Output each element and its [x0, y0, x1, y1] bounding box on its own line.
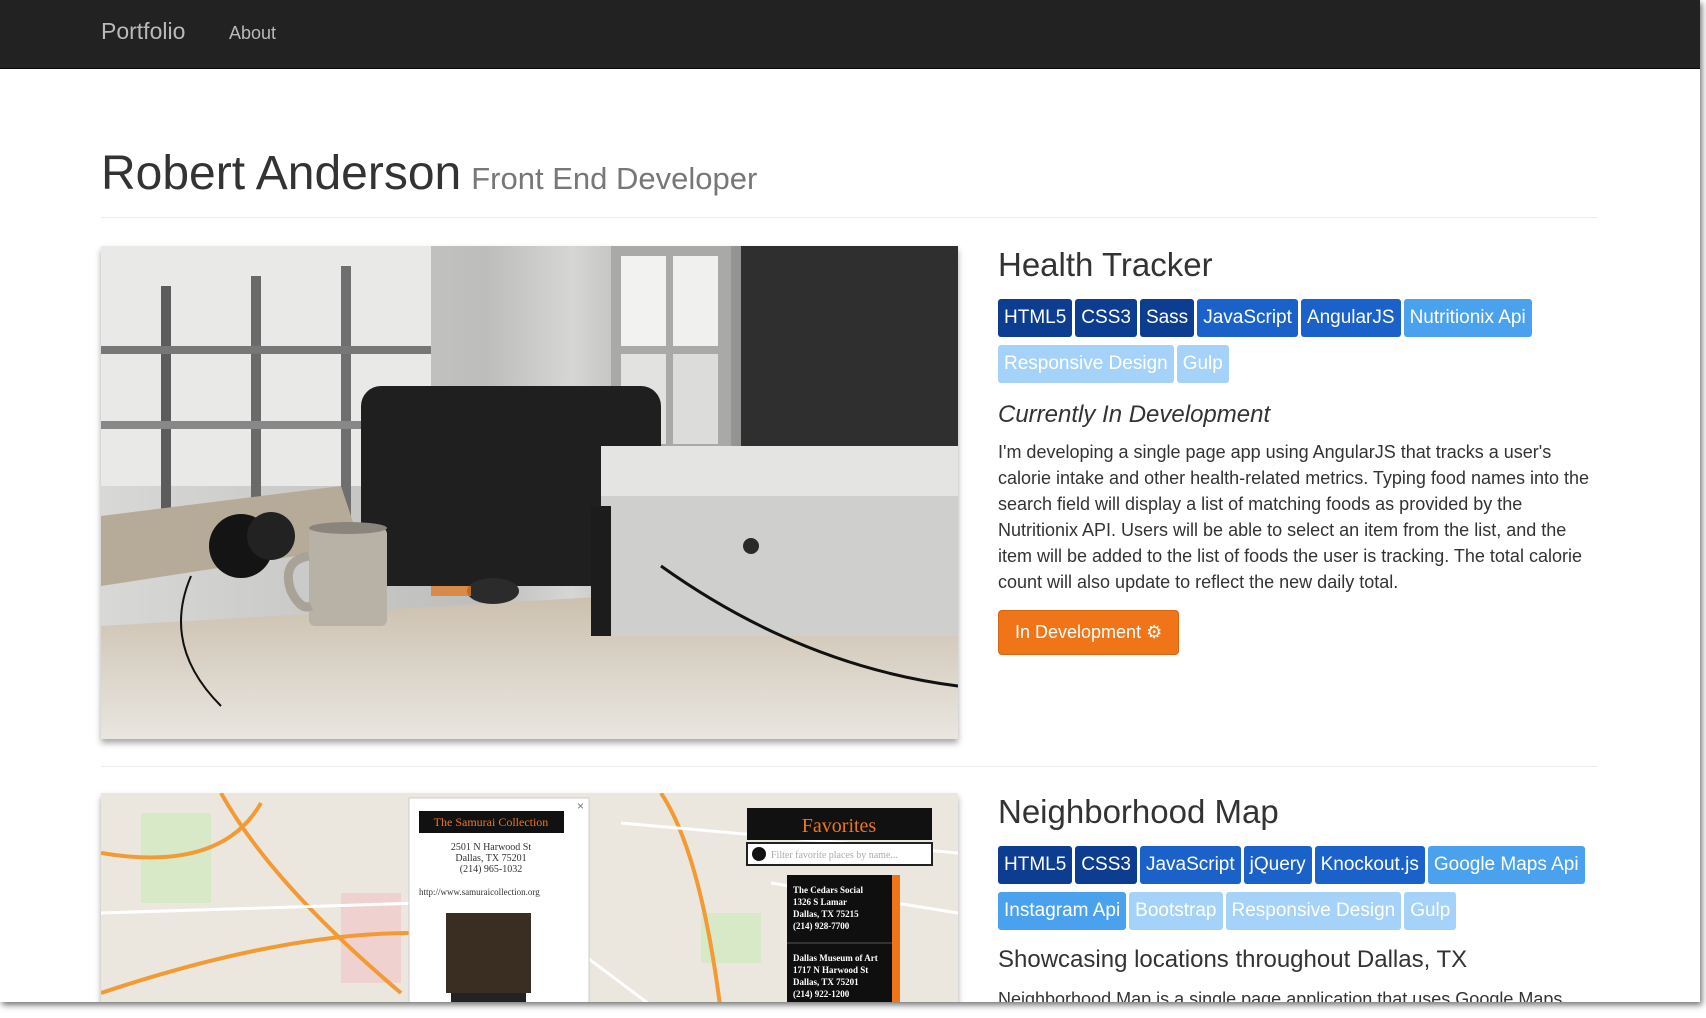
- fav-item-2-street: 1717 N Harwood St: [793, 965, 868, 975]
- project-neighborhood-map: The Samurai Collection 2501 N Harwood St…: [101, 793, 1598, 1002]
- tag-gulp: Gulp: [1404, 892, 1457, 930]
- tag-google-maps-api: Google Maps Api: [1427, 846, 1585, 884]
- project-status: Currently In Development: [998, 401, 1271, 428]
- map-popup-title: The Samurai Collection: [434, 815, 549, 829]
- map-popup-phone: (214) 965-1032: [460, 864, 523, 875]
- top-navbar: Portfolio About: [0, 0, 1700, 69]
- desk-photo: [101, 246, 958, 739]
- nav-link-about[interactable]: About: [229, 23, 276, 44]
- project-image-desk: [101, 246, 958, 739]
- developer-name: Robert Anderson: [101, 147, 462, 200]
- tech-tag-list: HTML5 CSS3 JavaScript jQuery Knockout.js Goog…: [998, 846, 1598, 938]
- tag-nutritionix-api: Nutritionix Api: [1403, 299, 1532, 337]
- tag-bootstrap: Bootstrap: [1129, 892, 1223, 930]
- map-popup-url: http://www.samuraicollection.org: [419, 887, 540, 897]
- map-popup-close-icon: ×: [577, 799, 584, 813]
- browser-viewport: Portfolio About Robert Anderson Front End…: [0, 0, 1700, 1002]
- project-health-tracker: Health Tracker HTML5 CSS3 Sass JavaScript An…: [101, 246, 1598, 767]
- map-popup-address-1: 2501 N Harwood St: [451, 842, 531, 853]
- developer-role: Front End Developer: [471, 161, 758, 196]
- in-development-button[interactable]: In Development ⚙: [998, 610, 1180, 655]
- page-title: Robert Anderson Front End Developer: [101, 150, 1598, 198]
- project-description: Neighborhood Map is a single page applic…: [998, 989, 1563, 1002]
- tag-sass: Sass: [1139, 299, 1195, 337]
- button-label: In Development: [1015, 622, 1142, 642]
- project-info: Health Tracker HTML5 CSS3 Sass JavaScript An…: [998, 246, 1598, 655]
- tag-knockoutjs: Knockout.js: [1314, 846, 1425, 884]
- map-screenshot: The Samurai Collection 2501 N Harwood St…: [101, 793, 958, 1002]
- fav-item-1-phone: (214) 928-7700: [793, 921, 850, 931]
- page-header: Robert Anderson Front End Developer: [101, 150, 1598, 218]
- project-title: Health Tracker: [998, 246, 1213, 283]
- tag-html5: HTML5: [998, 846, 1073, 884]
- tag-instagram-api: Instagram Api: [998, 892, 1127, 930]
- tag-jquery: jQuery: [1243, 846, 1312, 884]
- tag-javascript: JavaScript: [1139, 846, 1241, 884]
- project-info: Neighborhood Map HTML5 CSS3 JavaScript jQue…: [998, 793, 1598, 1002]
- tag-angularjs: AngularJS: [1300, 299, 1401, 337]
- tag-responsive-design: Responsive Design: [998, 345, 1174, 383]
- tag-gulp: Gulp: [1176, 345, 1229, 383]
- project-image-map: The Samurai Collection 2501 N Harwood St…: [101, 793, 958, 1002]
- project-title: Neighborhood Map: [998, 793, 1279, 830]
- map-popup-address-2: Dallas, TX 75201: [455, 853, 526, 864]
- tag-html5: HTML5: [998, 299, 1073, 337]
- fav-item-2-city: Dallas, TX 75201: [793, 977, 859, 987]
- fav-item-1-city: Dallas, TX 75215: [793, 909, 859, 919]
- tag-javascript: JavaScript: [1197, 299, 1298, 337]
- favorites-title: Favorites: [802, 815, 877, 837]
- tag-responsive-design: Responsive Design: [1225, 892, 1402, 930]
- favorites-filter-placeholder: Filter favorite places by name...: [771, 850, 898, 861]
- fav-item-2-phone: (214) 922-1200: [793, 989, 850, 999]
- gear-icon: ⚙: [1146, 622, 1163, 642]
- tech-tag-list: HTML5 CSS3 Sass JavaScript AngularJS Nutritio…: [998, 299, 1598, 391]
- tag-css3: CSS3: [1075, 846, 1137, 884]
- fav-item-1-street: 1326 S Lamar: [793, 897, 847, 907]
- tag-css3: CSS3: [1075, 299, 1137, 337]
- project-description: I'm developing a single page app using A…: [998, 442, 1590, 592]
- nav-brand-portfolio[interactable]: Portfolio: [101, 18, 185, 45]
- fav-item-2-name: Dallas Museum of Art: [793, 953, 878, 963]
- fav-item-1-name: The Cedars Social: [793, 885, 864, 895]
- project-subtitle: Showcasing locations throughout Dallas, …: [998, 946, 1468, 973]
